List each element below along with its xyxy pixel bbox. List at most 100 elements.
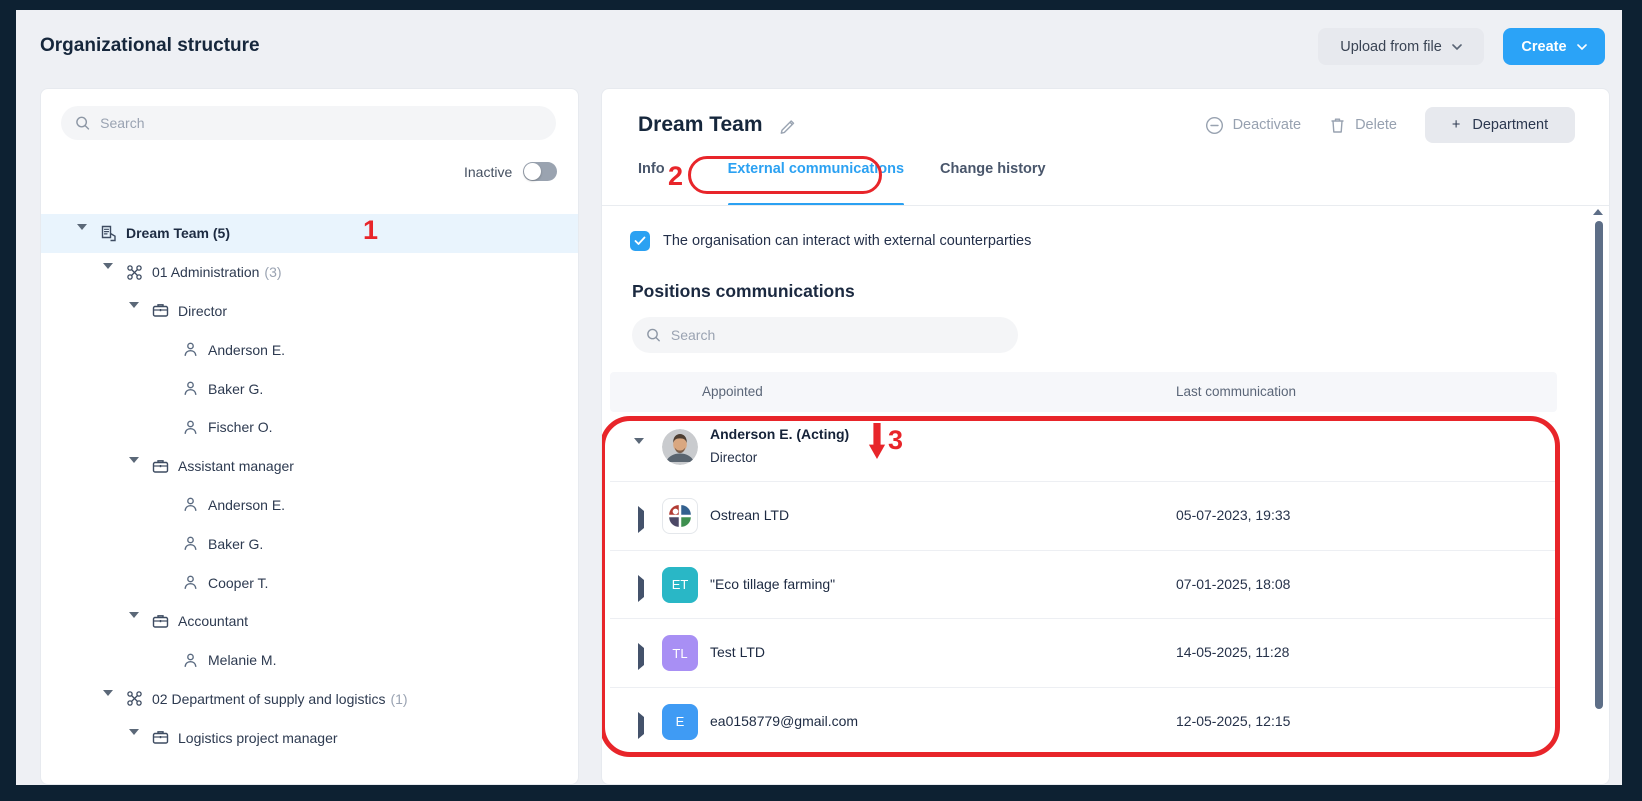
- deactivate-label: Deactivate: [1233, 117, 1302, 133]
- person-icon: [181, 534, 200, 553]
- app-window: Organizational structure Upload from fil…: [0, 0, 1642, 801]
- caret-down-icon[interactable]: [129, 463, 139, 469]
- tab-label: Info: [638, 161, 665, 177]
- person-icon: [181, 651, 200, 670]
- counterparty-initials-badge: E: [662, 704, 698, 740]
- caret-right-icon[interactable]: [638, 717, 644, 735]
- tree-item-accountant[interactable]: Accountant: [41, 602, 578, 641]
- caret-right-icon[interactable]: [638, 580, 644, 598]
- chevron-down-icon: [1452, 42, 1462, 52]
- caret-down-icon[interactable]: [129, 618, 139, 624]
- tree-item-label: 01 Administration: [152, 264, 259, 280]
- add-department-button[interactable]: + Department: [1425, 107, 1575, 143]
- caret-right-icon[interactable]: [638, 648, 644, 666]
- avatar: [662, 429, 698, 465]
- communications-table: Appointed Last communication Anderson E.…: [610, 372, 1557, 756]
- deactivate-button[interactable]: Deactivate: [1205, 116, 1302, 135]
- communication-row[interactable]: TL Test LTD 14-05-2025, 11:28: [610, 619, 1557, 688]
- tree-item-label: Anderson E.: [208, 497, 285, 513]
- scrollbar-thumb[interactable]: [1595, 221, 1603, 709]
- check-icon: [634, 236, 646, 246]
- scrollbar-up-arrow[interactable]: [1593, 209, 1603, 215]
- annotation-arrow-down: [868, 423, 886, 463]
- tree-item-administration[interactable]: 01 Administration (3): [41, 253, 578, 292]
- tree-item-person[interactable]: Melanie M.: [41, 641, 578, 680]
- tree-item-label: Anderson E.: [208, 342, 285, 358]
- org-tree-panel: Inactive Dream Team (5) 01 Administratio…: [40, 88, 579, 785]
- tree-item-director[interactable]: Director: [41, 292, 578, 331]
- tabs-divider: [602, 205, 1609, 206]
- counterparty-initials-badge: ET: [662, 567, 698, 603]
- tree-item-logistics-project-manager[interactable]: Logistics project manager: [41, 718, 578, 757]
- person-icon: [181, 379, 200, 398]
- upload-from-file-button[interactable]: Upload from file: [1318, 28, 1484, 65]
- tab-info[interactable]: Info: [638, 161, 665, 201]
- counterparty-name: "Eco tillage farming": [710, 576, 835, 592]
- detail-title: Dream Team: [638, 113, 763, 137]
- annotation-step-3: 3: [868, 423, 903, 463]
- caret-down-icon[interactable]: [103, 696, 113, 702]
- company-logo: [662, 498, 698, 534]
- detail-panel: Dream Team Deactivate Delete + Departmen…: [601, 88, 1610, 785]
- create-label: Create: [1521, 39, 1566, 55]
- communication-row[interactable]: ET "Eco tillage farming" 07-01-2025, 18:…: [610, 551, 1557, 620]
- add-department-label: Department: [1472, 117, 1548, 133]
- tree-item-label: Cooper T.: [208, 575, 268, 591]
- delete-label: Delete: [1355, 117, 1397, 133]
- communication-row[interactable]: E ea0158779@gmail.com 12-05-2025, 12:15: [610, 688, 1557, 757]
- toggle-knob: [524, 163, 541, 180]
- counterparty-name: ea0158779@gmail.com: [710, 713, 858, 729]
- organization-icon: [99, 224, 118, 243]
- positions-search-field[interactable]: [671, 327, 1004, 343]
- positions-search-input[interactable]: [632, 317, 1018, 353]
- tree-item-label: Fischer O.: [208, 419, 273, 435]
- tree-item-label: Dream Team (5): [126, 225, 230, 241]
- briefcase-icon: [151, 457, 170, 476]
- last-communication-date: 05-07-2023, 19:33: [1176, 507, 1290, 523]
- table-header: Appointed Last communication: [610, 372, 1557, 412]
- column-appointed: Appointed: [702, 384, 763, 399]
- tree-search-field[interactable]: [100, 115, 542, 131]
- briefcase-icon: [151, 301, 170, 320]
- tree-item-person[interactable]: Anderson E.: [41, 486, 578, 525]
- tree-item-person[interactable]: Baker G.: [41, 524, 578, 563]
- caret-down-icon[interactable]: [77, 230, 87, 236]
- inactive-filter-row: Inactive: [41, 159, 578, 189]
- tree-item-person[interactable]: Fischer O.: [41, 408, 578, 447]
- caret-down-icon[interactable]: [103, 269, 113, 275]
- appointed-name: Anderson E. (Acting): [710, 426, 849, 442]
- appointed-role: Director: [710, 450, 757, 465]
- tree-item-label: Baker G.: [208, 536, 263, 552]
- tab-label: Change history: [940, 161, 1046, 177]
- top-bar: Organizational structure Upload from fil…: [16, 10, 1622, 88]
- tree-item-dream-team[interactable]: Dream Team (5): [41, 214, 578, 253]
- caret-down-icon[interactable]: [129, 735, 139, 741]
- external-counterparties-checkbox[interactable]: [630, 231, 650, 251]
- external-counterparties-row: The organisation can interact with exter…: [630, 231, 1031, 251]
- tree-item-supply-logistics[interactable]: 02 Department of supply and logistics (1…: [41, 680, 578, 719]
- briefcase-icon: [151, 612, 170, 631]
- minus-circle-icon: [1205, 116, 1224, 135]
- tree-item-assistant-manager[interactable]: Assistant manager: [41, 447, 578, 486]
- tab-change-history[interactable]: Change history: [940, 161, 1046, 201]
- person-icon: [181, 340, 200, 359]
- communication-row[interactable]: Ostrean LTD 05-07-2023, 19:33: [610, 482, 1557, 551]
- tree-search-input[interactable]: [61, 106, 556, 140]
- caret-right-icon[interactable]: [638, 511, 644, 529]
- department-icon: [125, 263, 144, 282]
- tree-item-person[interactable]: Baker G.: [41, 369, 578, 408]
- delete-button[interactable]: Delete: [1329, 116, 1397, 135]
- last-communication-date: 07-01-2025, 18:08: [1176, 576, 1290, 592]
- search-icon: [75, 115, 90, 131]
- edit-pencil-icon[interactable]: [779, 116, 798, 135]
- inactive-toggle[interactable]: [523, 162, 557, 181]
- create-button[interactable]: Create: [1503, 28, 1605, 65]
- tree-item-person[interactable]: Cooper T.: [41, 563, 578, 602]
- tab-external-communications[interactable]: External communications: [728, 161, 904, 201]
- tree-item-label: Baker G.: [208, 381, 263, 397]
- inactive-label: Inactive: [464, 164, 512, 180]
- tree-item-person[interactable]: Anderson E.: [41, 330, 578, 369]
- caret-down-icon[interactable]: [129, 308, 139, 314]
- caret-down-icon[interactable]: [634, 444, 644, 462]
- table-group-row[interactable]: Anderson E. (Acting) Director: [610, 412, 1557, 482]
